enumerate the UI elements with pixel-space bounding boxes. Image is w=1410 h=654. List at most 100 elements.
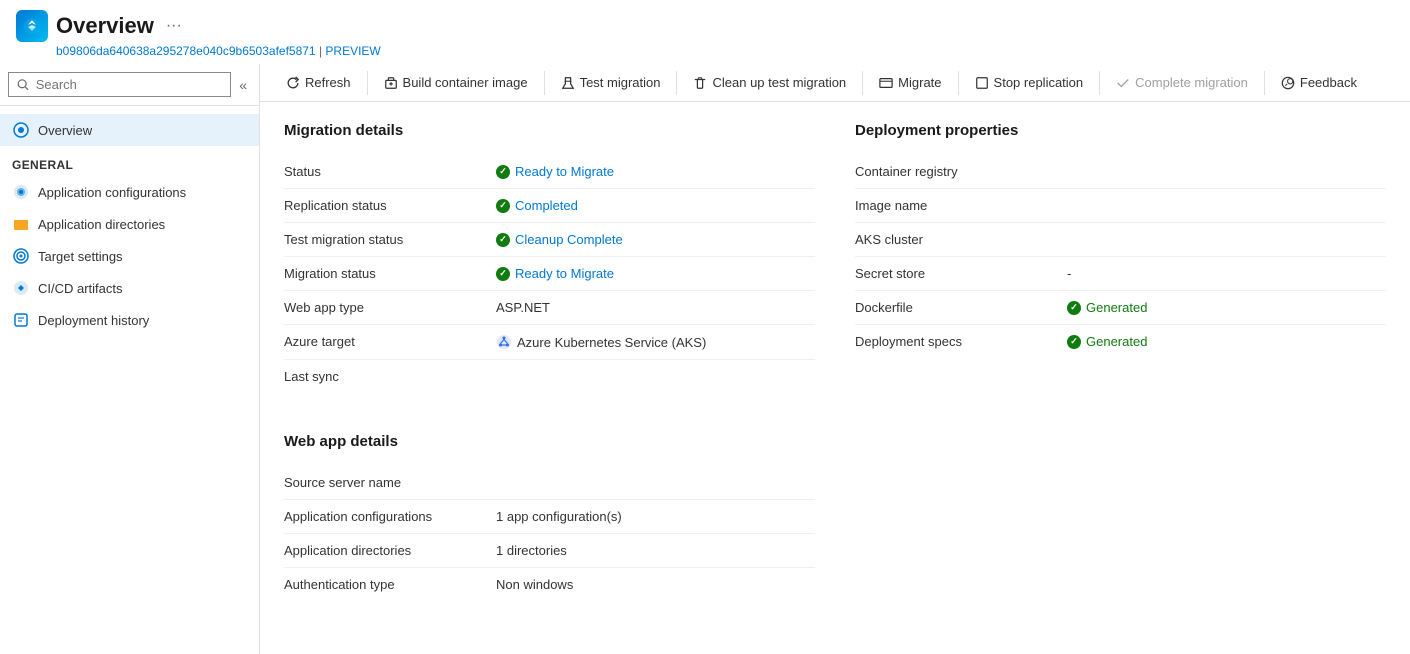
migrate-button[interactable]: Migrate [869,70,951,95]
status-value[interactable]: Ready to Migrate [515,164,614,179]
stop-replication-button[interactable]: Stop replication [965,70,1094,95]
table-row: AKS cluster [855,223,1386,257]
migration-status-value[interactable]: Ready to Migrate [515,266,614,281]
sidebar-item-label: Overview [38,123,92,138]
test-migration-button[interactable]: Test migration [551,70,671,95]
app-icon [16,10,48,42]
test-icon [561,76,575,90]
web-app-details-table: Source server name Application configura… [284,466,815,601]
cleanup-button[interactable]: Clean up test migration [683,70,856,95]
toolbar: Refresh Build container image Test migra… [260,64,1410,102]
sidebar-item-app-configurations[interactable]: Application configurations [0,176,259,208]
table-row: Azure target [284,325,815,360]
build-container-button[interactable]: Build container image [374,70,538,95]
collapse-button[interactable]: « [235,73,251,97]
cicd-icon [12,279,30,297]
feedback-button[interactable]: Feedback [1271,70,1367,95]
table-row: Secret store - [855,257,1386,291]
cleanup-icon [693,76,707,90]
overview-icon [12,121,30,139]
header: Overview ··· b09806da640638a295278e040c9… [0,0,1410,64]
main-content: Migration details Status Ready to Migrat… [260,102,1410,654]
status-icon [496,199,510,213]
feedback-icon [1281,76,1295,90]
table-row: Status Ready to Migrate [284,155,815,189]
complete-icon [1116,76,1130,90]
table-row: Replication status Completed [284,189,815,223]
complete-migration-button[interactable]: Complete migration [1106,70,1258,95]
stop-icon [975,76,989,90]
page-title: Overview [56,13,154,39]
dockerfile-value: Generated [1086,300,1147,315]
sidebar-item-label: Deployment history [38,313,149,328]
search-icon [17,78,30,92]
sidebar-item-overview[interactable]: Overview [0,114,259,146]
status-icon [496,233,510,247]
table-row: Application configurations 1 app configu… [284,500,815,534]
table-row: Application directories 1 directories [284,534,815,568]
search-box[interactable] [8,72,231,97]
sidebar-item-label: Application directories [38,217,165,232]
target-icon [12,247,30,265]
table-row: Source server name [284,466,815,500]
divider [676,71,677,95]
migration-details-title: Migration details [284,122,815,139]
deployment-properties-section: Deployment properties Container registry… [855,122,1386,393]
table-row: Image name [855,189,1386,223]
general-section: General [0,146,259,176]
status-icon [496,267,510,281]
migration-details-table: Status Ready to Migrate Replication stat… [284,155,815,393]
deployment-properties-table: Container registry Image name AKS cluste… [855,155,1386,358]
divider [862,71,863,95]
sidebar-item-label: CI/CD artifacts [38,281,123,296]
divider [1099,71,1100,95]
table-row: Web app type ASP.NET [284,291,815,325]
deploy-icon [12,311,30,329]
sidebar: « Overview General Application configura… [0,64,260,654]
web-app-details-section: Web app details Source server name Appli… [284,433,1386,601]
divider [958,71,959,95]
secret-store-value: - [1067,266,1386,281]
sidebar-item-target-settings[interactable]: Target settings [0,240,259,272]
refresh-icon [286,76,300,90]
app-config-value: 1 app configuration(s) [496,509,815,524]
deployment-specs-value: Generated [1086,334,1147,349]
deployment-properties-title: Deployment properties [855,122,1386,139]
status-icon [1067,335,1081,349]
table-row: Container registry [855,155,1386,189]
status-icon [496,165,510,179]
app-config-icon [12,183,30,201]
refresh-button[interactable]: Refresh [276,70,361,95]
sidebar-item-app-directories[interactable]: Application directories [0,208,259,240]
divider [1264,71,1265,95]
subtitle: b09806da640638a295278e040c9b6503afef5871… [56,44,1394,58]
more-options[interactable]: ··· [166,17,182,35]
test-migration-value[interactable]: Cleanup Complete [515,232,623,247]
search-input[interactable] [36,77,222,92]
status-icon [1067,301,1081,315]
table-row: Deployment specs Generated [855,325,1386,358]
sidebar-item-label: Target settings [38,249,123,264]
sidebar-item-cicd[interactable]: CI/CD artifacts [0,272,259,304]
app-directories-value: 1 directories [496,543,815,558]
table-row: Dockerfile Generated [855,291,1386,325]
auth-type-value: Non windows [496,577,815,592]
table-row: Migration status Ready to Migrate [284,257,815,291]
sidebar-item-deployment-history[interactable]: Deployment history [0,304,259,336]
table-row: Test migration status Cleanup Complete [284,223,815,257]
azure-target-value: Azure Kubernetes Service (AKS) [517,335,706,350]
migrate-icon [879,76,893,90]
divider [367,71,368,95]
sidebar-item-label: Application configurations [38,185,186,200]
aks-icon [496,334,512,350]
replication-status-value[interactable]: Completed [515,198,578,213]
app-dir-icon [12,215,30,233]
build-icon [384,76,398,90]
web-app-type-value: ASP.NET [496,300,815,315]
table-row: Authentication type Non windows [284,568,815,601]
table-row: Last sync [284,360,815,393]
web-app-details-title: Web app details [284,433,1386,450]
sidebar-nav: Overview General Application configurati… [0,106,259,344]
divider [544,71,545,95]
migration-details-section: Migration details Status Ready to Migrat… [284,122,815,393]
